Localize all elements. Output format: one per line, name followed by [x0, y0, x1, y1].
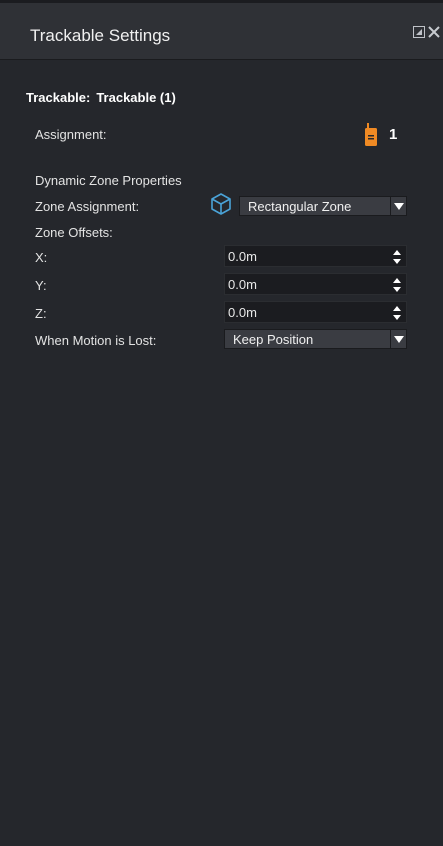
spinner-icon[interactable] — [392, 304, 402, 322]
header-controls — [413, 25, 440, 38]
offset-z-value: 0.0m — [228, 305, 257, 320]
panel-title: Trackable Settings — [30, 26, 171, 45]
zone-assignment-label: Zone Assignment: — [35, 199, 140, 214]
beacon-device-icon — [364, 123, 378, 147]
trackable-name: Trackable (1) — [96, 90, 176, 105]
offset-y-input[interactable]: 0.0m — [224, 273, 407, 295]
trackable-label: Trackable: — [26, 90, 91, 105]
offset-x-value: 0.0m — [228, 249, 257, 264]
zone-assignment-value: Rectangular Zone — [248, 199, 352, 214]
panel-header: Trackable Settings — [0, 3, 443, 60]
offset-z-label: Z: — [35, 306, 47, 321]
offset-x-input[interactable]: 0.0m — [224, 245, 407, 267]
offset-y-value: 0.0m — [228, 277, 257, 292]
assignment-label: Assignment: — [35, 127, 107, 142]
close-icon[interactable] — [428, 25, 440, 38]
spinner-icon[interactable] — [392, 276, 402, 294]
offset-x-label: X: — [35, 250, 48, 265]
dynamic-zone-section-label: Dynamic Zone Properties — [35, 173, 182, 188]
motion-lost-dropdown[interactable]: Keep Position — [224, 329, 407, 349]
trackable-heading: Trackable: Trackable (1) — [26, 90, 176, 105]
chevron-down-icon[interactable] — [390, 330, 406, 348]
cube-icon — [209, 192, 233, 216]
offset-z-input[interactable]: 0.0m — [224, 301, 407, 323]
motion-lost-label: When Motion is Lost: — [35, 333, 157, 348]
assignment-value: 1 — [389, 126, 398, 143]
spinner-icon[interactable] — [392, 248, 402, 266]
zone-offsets-label: Zone Offsets: — [35, 225, 113, 240]
motion-lost-value: Keep Position — [233, 332, 314, 347]
zone-assignment-dropdown[interactable]: Rectangular Zone — [239, 196, 407, 216]
offset-y-label: Y: — [35, 278, 47, 293]
chevron-down-icon[interactable] — [390, 197, 406, 215]
popout-icon[interactable] — [413, 25, 425, 38]
